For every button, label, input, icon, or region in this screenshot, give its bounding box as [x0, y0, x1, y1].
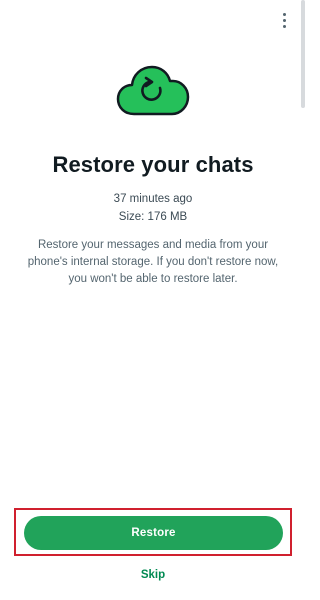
menu-dot — [282, 12, 286, 16]
menu-dot — [282, 18, 286, 22]
skip-button[interactable]: Skip — [123, 566, 183, 584]
restore-description: Restore your messages and media from you… — [27, 239, 279, 285]
cloud-restore-icon — [116, 65, 190, 116]
backup-time: 37 minutes ago — [113, 193, 193, 205]
restore-chats-screen: Restore your chats 37 minutes ago Size: … — [0, 0, 306, 600]
page-title: Restore your chats — [52, 152, 254, 177]
more-vert-icon[interactable] — [276, 8, 292, 32]
restore-button[interactable]: Restore — [24, 516, 283, 550]
hero-illustration — [0, 64, 306, 116]
menu-dot — [282, 24, 286, 28]
backup-size: Size: 176 MB — [118, 211, 188, 223]
